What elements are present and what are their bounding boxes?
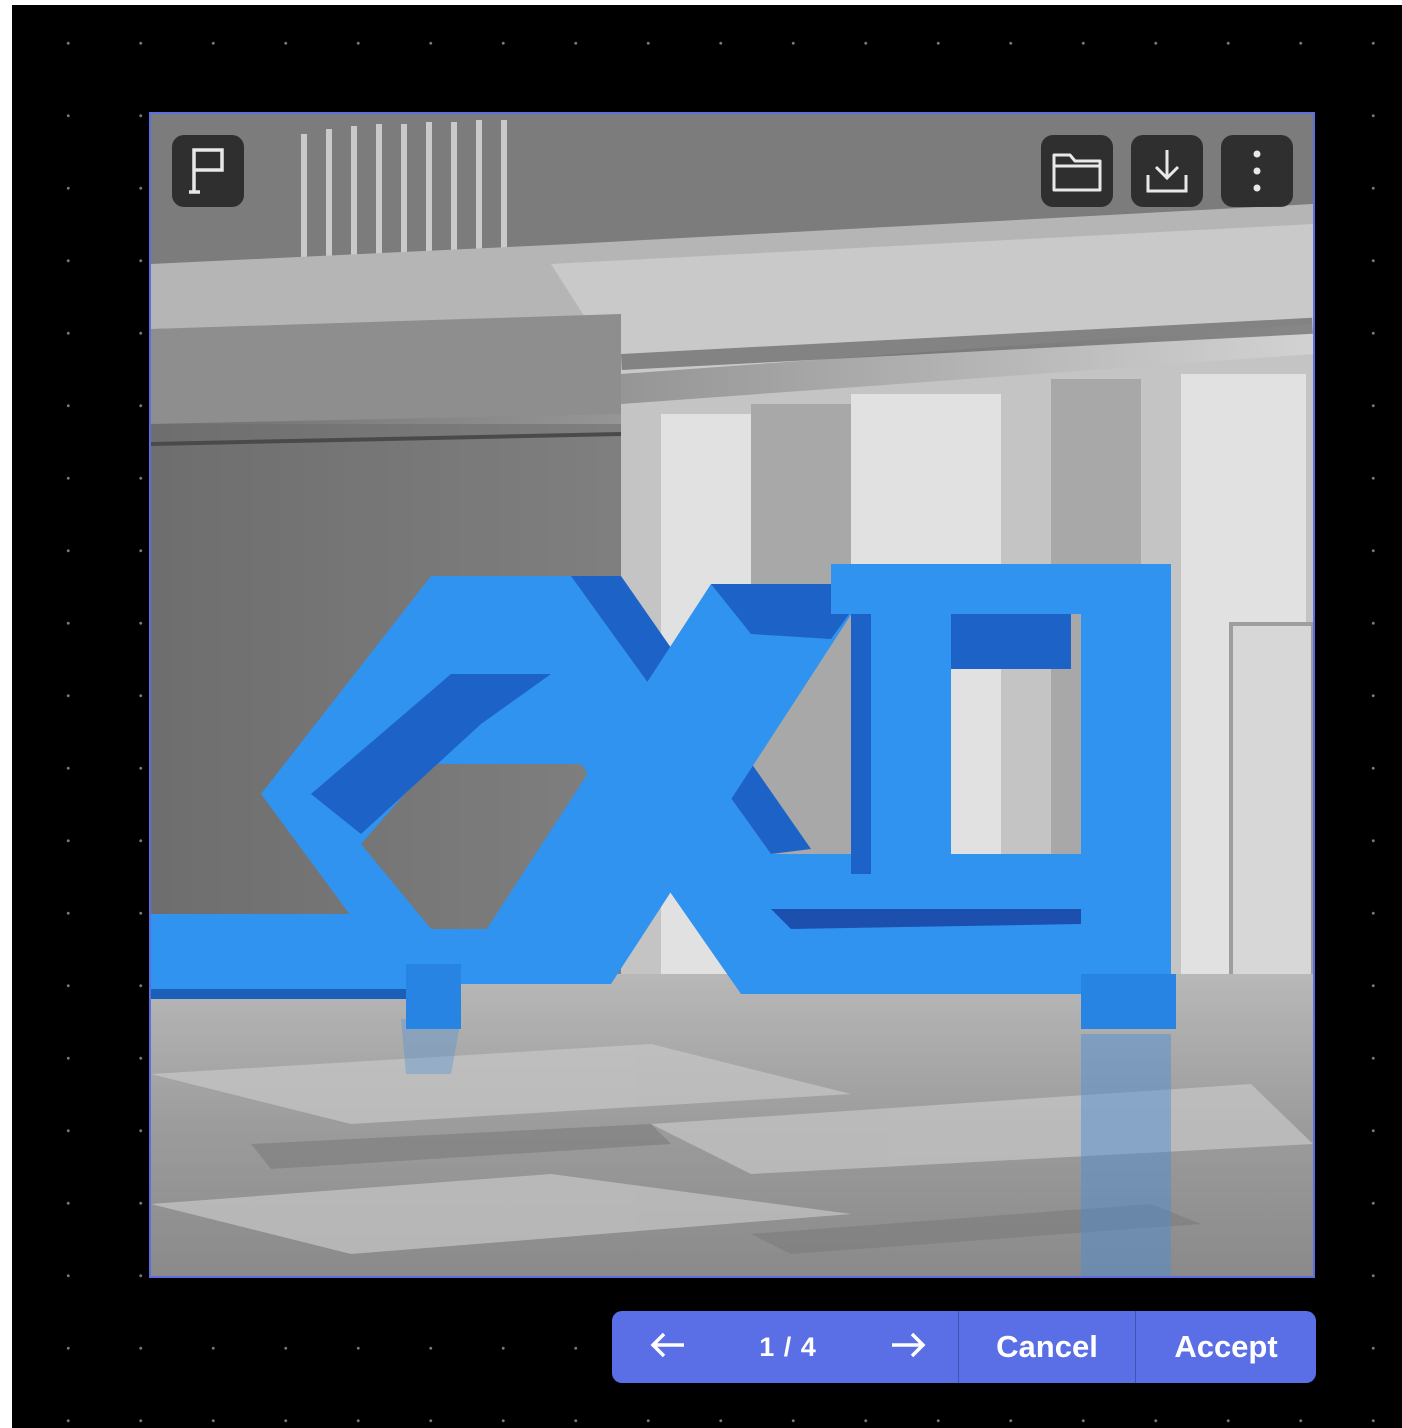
next-image-button[interactable]: [888, 1327, 928, 1367]
staging-action-bar: 1 / 4 Cancel Accept: [612, 1311, 1316, 1383]
generated-image: [151, 114, 1313, 1276]
accept-button[interactable]: Accept: [1136, 1311, 1316, 1383]
generated-image-frame[interactable]: [149, 112, 1315, 1278]
canvas-background: 1 / 4 Cancel Accept: [12, 5, 1402, 1428]
previous-image-button[interactable]: [648, 1327, 688, 1367]
arrow-left-icon: [650, 1332, 686, 1363]
more-options-button[interactable]: [1221, 135, 1293, 207]
flag-icon: [186, 146, 230, 196]
download-icon: [1144, 147, 1190, 195]
save-to-folder-button[interactable]: [1041, 135, 1113, 207]
flag-button[interactable]: [172, 135, 244, 207]
folder-icon: [1051, 149, 1103, 193]
download-button[interactable]: [1131, 135, 1203, 207]
arrow-right-icon: [890, 1332, 926, 1363]
more-vertical-icon: [1251, 147, 1263, 195]
image-navigation: 1 / 4: [612, 1311, 958, 1383]
page-indicator: 1 / 4: [759, 1331, 817, 1362]
cancel-button[interactable]: Cancel: [959, 1311, 1135, 1383]
